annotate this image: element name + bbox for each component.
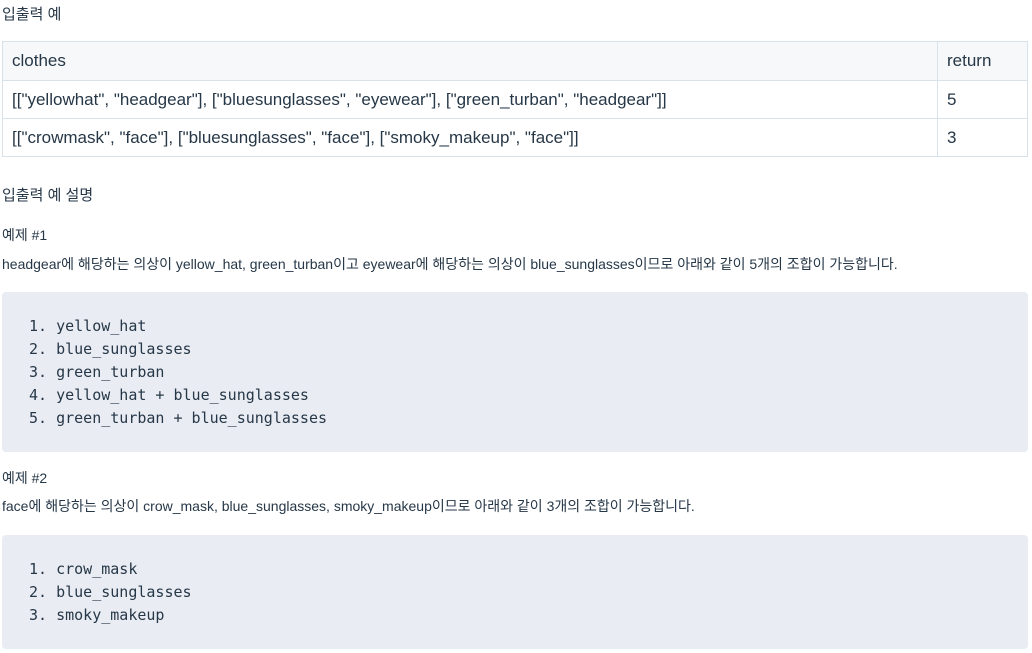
cell-clothes: [["crowmask", "face"], ["bluesunglasses"… (2, 118, 938, 157)
cell-return: 3 (937, 118, 1028, 157)
example-1-code-block: 1. yellow_hat 2. blue_sunglasses 3. gree… (2, 292, 1028, 452)
table-row: [["crowmask", "face"], ["bluesunglasses"… (2, 118, 1028, 157)
header-return: return (937, 41, 1028, 81)
header-clothes: clothes (2, 41, 938, 81)
io-example-table: clothes return [["yellowhat", "headgear"… (2, 41, 1028, 157)
example-2-title: 예제 #2 (2, 470, 48, 486)
cell-return: 5 (937, 80, 1028, 119)
example-2-description: face에 해당하는 의상이 crow_mask, blue_sunglasse… (2, 498, 695, 514)
code-line: 4. yellow_hat + blue_sunglasses (29, 386, 309, 404)
code-line: 3. green_turban (29, 363, 165, 381)
code-line: 2. blue_sunglasses (29, 583, 192, 601)
code-line: 1. crow_mask (29, 560, 138, 578)
io-example-heading: 입출력 예 (2, 6, 62, 23)
example-1-description: headgear에 해당하는 의상이 yellow_hat, green_tur… (2, 256, 898, 272)
example-1-title: 예제 #1 (2, 227, 48, 243)
code-line: 3. smoky_makeup (29, 606, 165, 624)
code-line: 5. green_turban + blue_sunglasses (29, 409, 328, 427)
table-header-row: clothes return (2, 41, 1028, 81)
explanation-heading: 입출력 예 설명 (2, 187, 94, 204)
table-row: [["yellowhat", "headgear"], ["bluesungla… (2, 80, 1028, 119)
cell-clothes: [["yellowhat", "headgear"], ["bluesungla… (2, 80, 938, 119)
code-line: 1. yellow_hat (29, 317, 147, 335)
example-2-code-block: 1. crow_mask 2. blue_sunglasses 3. smoky… (2, 535, 1028, 649)
code-line: 2. blue_sunglasses (29, 340, 192, 358)
